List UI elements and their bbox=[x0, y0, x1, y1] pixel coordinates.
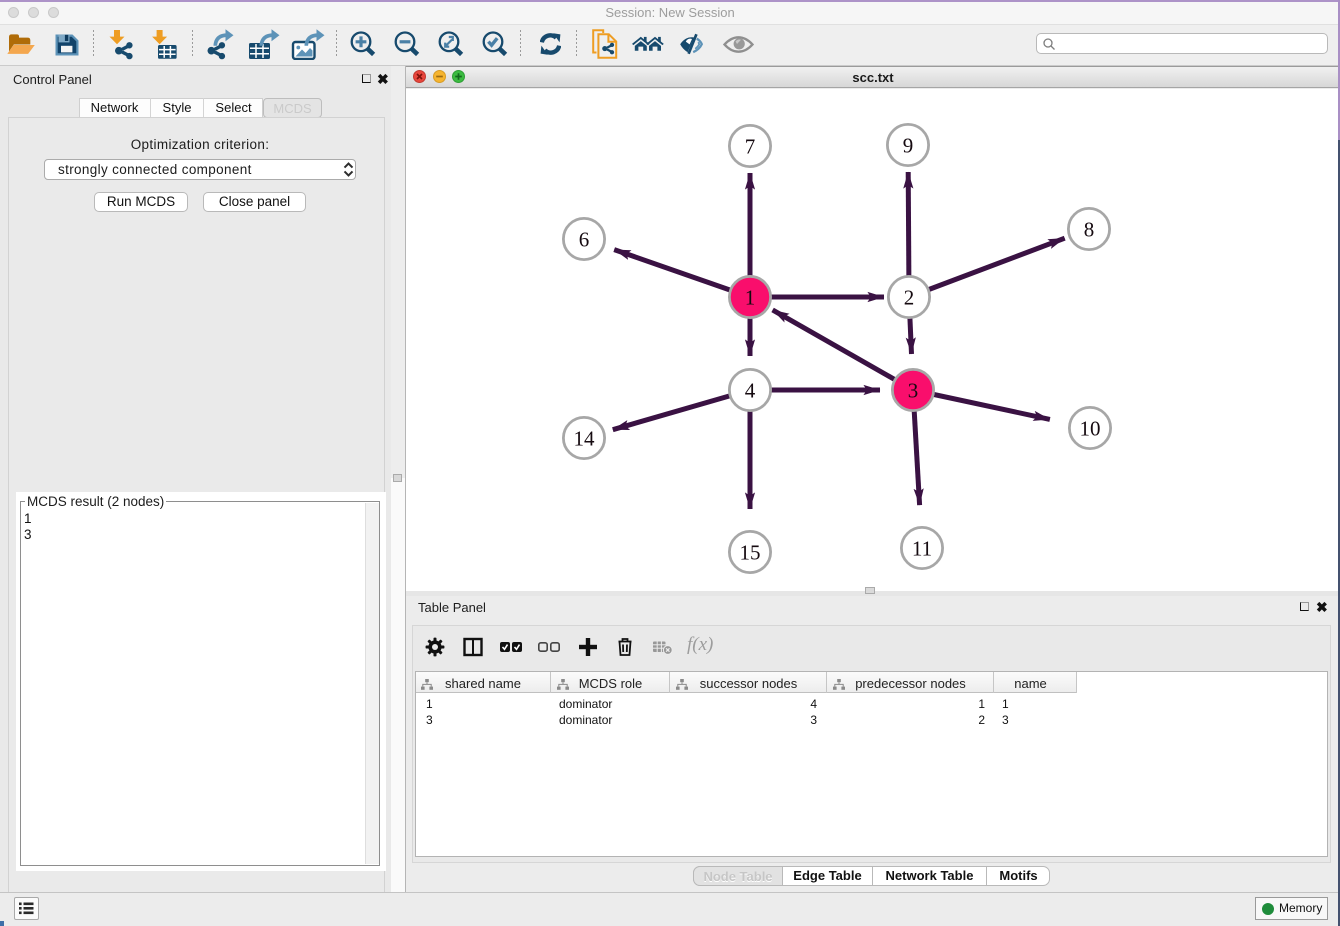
svg-text:3: 3 bbox=[908, 379, 919, 403]
svg-text:10: 10 bbox=[1080, 417, 1101, 441]
svg-text:7: 7 bbox=[745, 135, 756, 159]
svg-text:6: 6 bbox=[579, 228, 590, 252]
svg-text:4: 4 bbox=[745, 379, 756, 403]
svg-text:2: 2 bbox=[904, 286, 915, 310]
svg-text:8: 8 bbox=[1084, 218, 1095, 242]
svg-text:14: 14 bbox=[574, 427, 596, 451]
svg-text:15: 15 bbox=[740, 541, 761, 565]
svg-text:1: 1 bbox=[745, 286, 756, 310]
svg-text:11: 11 bbox=[912, 537, 932, 561]
svg-text:9: 9 bbox=[903, 134, 914, 158]
